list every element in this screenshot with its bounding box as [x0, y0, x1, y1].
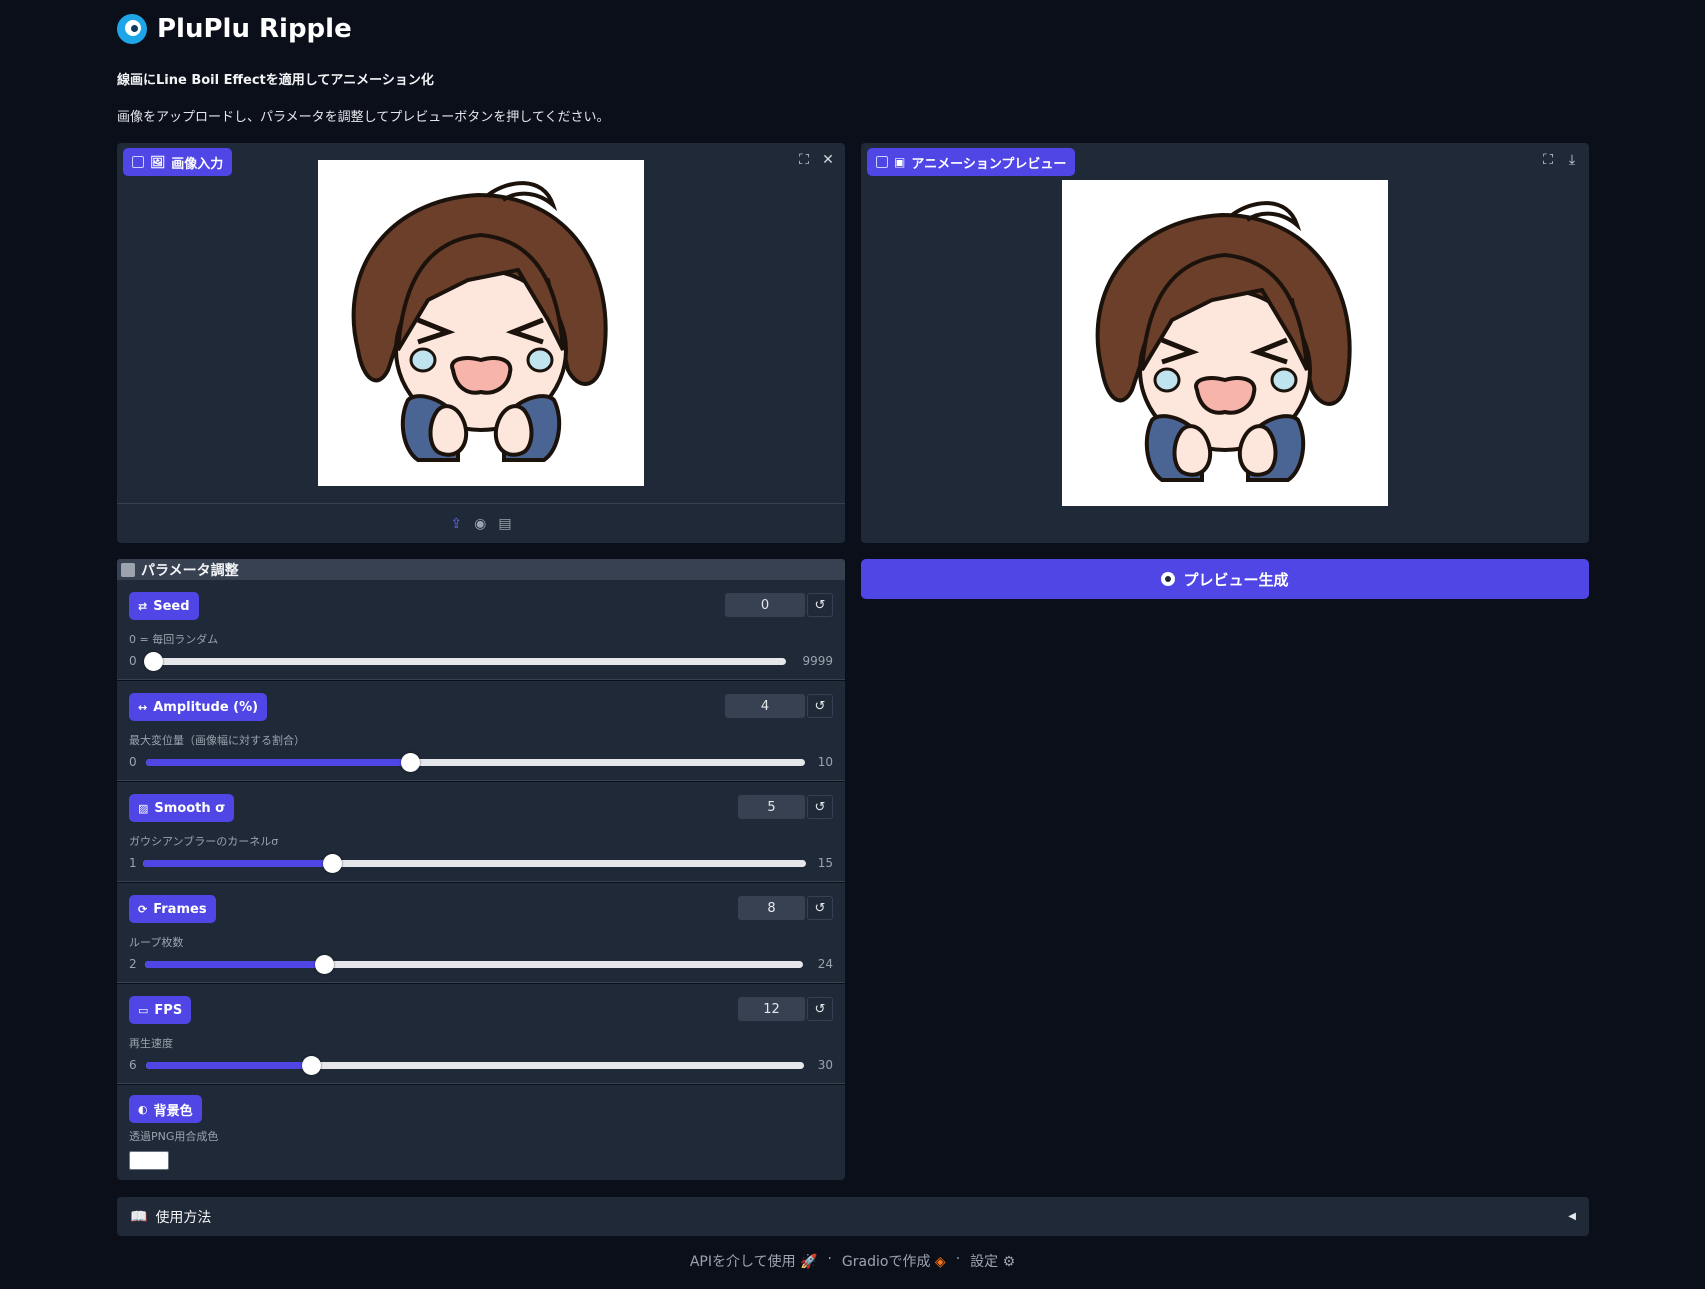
fullscreen-icon[interactable]: ⛶: [1537, 149, 1559, 171]
fps-max: 30: [817, 1058, 833, 1072]
fps-min: 6: [129, 1058, 137, 1072]
bg-color-description: 透過PNG用合成色: [129, 1130, 219, 1143]
upload-icon[interactable]: ⇪: [450, 516, 462, 532]
app-subtitle: 線画にLine Boil Effectを適用してアニメーション化: [117, 73, 434, 88]
bg-color-param: ◐ 背景色 透過PNG用合成色: [117, 1085, 845, 1180]
shuffle-icon: ⇄: [138, 599, 148, 613]
frames-slider[interactable]: [145, 955, 803, 974]
frames-max: 24: [817, 957, 833, 971]
amplitude-max: 10: [817, 755, 833, 769]
fps-param: ▭ FPS 再生速度 12 ↺ 6 30: [117, 984, 845, 1084]
frames-param: ⟳ Frames ループ枚数 8 ↺ 2 24: [117, 883, 845, 983]
amplitude-description: 最大変位量（画像幅に対する割合）: [129, 734, 305, 747]
frames-reset-icon[interactable]: ↺: [807, 896, 833, 920]
image-input-source-bar: ⇪ ◉ ▤: [117, 503, 845, 543]
frames-label: ⟳ Frames: [129, 895, 216, 923]
seed-param: ⇄ Seed 0 = 毎回ランダム 0 ↺ 0 9999: [117, 580, 845, 680]
smooth-param: ▨ Smooth σ ガウシアンブラーのカーネルσ 5 ↺ 1 15: [117, 782, 845, 882]
amplitude-number-input[interactable]: 4: [725, 694, 805, 718]
fps-label: ▭ FPS: [129, 996, 192, 1024]
frames-number-input[interactable]: 8: [738, 896, 805, 920]
generate-preview-button[interactable]: プレビュー生成: [861, 559, 1589, 599]
character-illustration: [351, 181, 608, 462]
fps-slider-thumb[interactable]: [301, 1056, 321, 1075]
fps-description: 再生速度: [129, 1037, 173, 1050]
control-knobs-icon: [121, 562, 135, 577]
clipboard-icon[interactable]: ▤: [498, 516, 511, 532]
frames-slider-thumb[interactable]: [315, 955, 335, 974]
frames-description: ループ枚数: [129, 936, 184, 949]
smooth-description: ガウシアンブラーのカーネルσ: [129, 835, 279, 848]
rocket-icon: 🚀: [800, 1254, 818, 1270]
amplitude-min: 0: [129, 755, 137, 769]
image-input-panel: 🖼 画像入力 ⛶ ✕ ⇪ ◉ ▤: [117, 143, 845, 543]
film-icon: ▣: [894, 155, 906, 169]
amplitude-slider-thumb[interactable]: [400, 753, 420, 772]
eye-icon: [1161, 572, 1176, 586]
smooth-slider[interactable]: [143, 854, 806, 873]
palette-icon: ◐: [138, 1102, 148, 1116]
smooth-min: 1: [129, 856, 137, 870]
collapse-arrow-icon: ◀: [1568, 1211, 1576, 1222]
fullscreen-icon[interactable]: ⛶: [793, 149, 815, 171]
book-icon: 📖: [130, 1208, 148, 1225]
app-logo-icon: [117, 14, 147, 44]
picture-emoji-icon: 🖼: [150, 155, 166, 169]
usage-accordion[interactable]: 📖 使用方法 ◀: [117, 1197, 1589, 1236]
film-strip-icon: ▭: [138, 1003, 149, 1017]
settings-link[interactable]: 設定 ⚙: [970, 1251, 1015, 1271]
seed-slider[interactable]: [144, 652, 786, 671]
fps-reset-icon[interactable]: ↺: [807, 997, 833, 1021]
close-icon[interactable]: ✕: [817, 149, 839, 171]
smooth-number-input[interactable]: 5: [738, 795, 805, 819]
bg-color-label: ◐ 背景色: [129, 1095, 202, 1123]
seed-reset-icon[interactable]: ↺: [807, 593, 833, 617]
image-icon: [876, 156, 888, 168]
seed-number-input[interactable]: 0: [725, 593, 805, 617]
gradio-logo-icon: ◈: [934, 1254, 946, 1270]
app-title: PluPlu Ripple: [157, 14, 352, 44]
animation-preview-panel: ▣ アニメーションプレビュー ⛶ ⤓: [861, 143, 1589, 543]
use-via-api-link[interactable]: APIを介して使用 🚀: [690, 1251, 818, 1271]
uploaded-image: [318, 160, 644, 486]
gear-icon: ⚙: [1002, 1254, 1016, 1270]
smooth-reset-icon[interactable]: ↺: [807, 795, 833, 819]
animation-preview-label: ▣ アニメーションプレビュー: [867, 148, 1076, 176]
preview-image: [1062, 180, 1388, 506]
webcam-icon[interactable]: ◉: [474, 516, 486, 532]
image-input-label: 🖼 画像入力: [123, 148, 233, 176]
seed-label: ⇄ Seed: [129, 592, 199, 620]
amplitude-reset-icon[interactable]: ↺: [807, 694, 833, 718]
landscape-icon: ▨: [138, 801, 149, 815]
smooth-max: 15: [817, 856, 833, 870]
fps-slider-fill: [146, 1062, 311, 1069]
download-icon[interactable]: ⤓: [1561, 149, 1583, 171]
character-illustration: [1095, 201, 1352, 482]
seed-min: 0: [129, 654, 137, 668]
bg-color-picker[interactable]: [129, 1151, 169, 1170]
repeat-icon: ⟳: [138, 902, 148, 916]
smooth-label: ▨ Smooth σ: [129, 794, 235, 822]
amplitude-label: ↔ Amplitude (%): [129, 693, 268, 721]
app-header: PluPlu Ripple: [117, 14, 352, 44]
fps-number-input[interactable]: 12: [738, 997, 805, 1021]
frames-slider-fill: [145, 961, 325, 968]
amplitude-slider-fill: [146, 759, 410, 766]
fps-slider[interactable]: [146, 1056, 804, 1075]
image-icon: [132, 156, 144, 168]
frames-min: 2: [129, 957, 137, 971]
smooth-slider-thumb[interactable]: [323, 854, 343, 873]
horizontal-arrows-icon: ↔: [138, 700, 148, 714]
smooth-slider-fill: [143, 860, 333, 867]
app-instructions: 画像をアップロードし、パラメータを調整してプレビューボタンを押してください。: [117, 110, 610, 125]
seed-max: 9999: [802, 654, 833, 668]
params-section-header: パラメータ調整: [117, 559, 845, 580]
built-with-gradio-link[interactable]: Gradioで作成 ◈: [842, 1251, 946, 1271]
seed-description: 0 = 毎回ランダム: [129, 633, 219, 646]
amplitude-param: ↔ Amplitude (%) 最大変位量（画像幅に対する割合） 4 ↺ 0 1…: [117, 681, 845, 781]
seed-slider-thumb[interactable]: [144, 652, 163, 671]
amplitude-slider[interactable]: [146, 753, 805, 772]
footer: APIを介して使用 🚀 · Gradioで作成 ◈ · 設定 ⚙: [689, 1251, 1016, 1271]
